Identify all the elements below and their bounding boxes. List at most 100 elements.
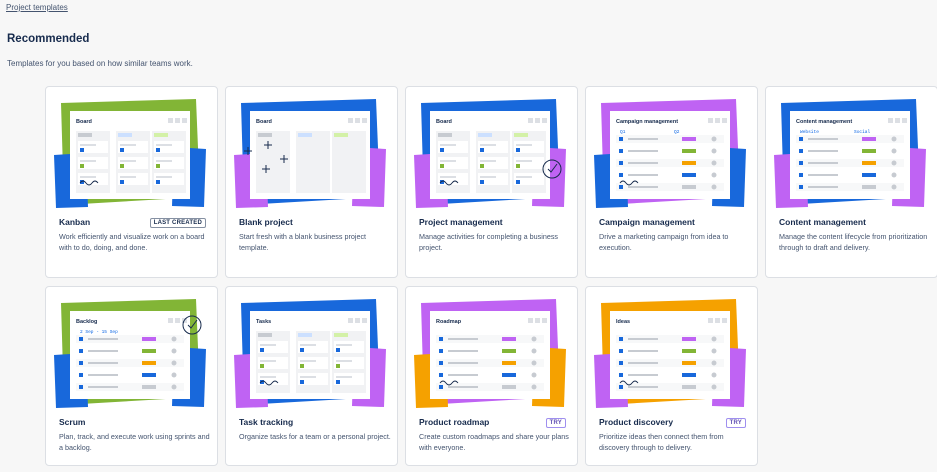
board-label: Roadmap	[436, 319, 462, 325]
row-line	[808, 186, 838, 188]
task-status-icon	[156, 164, 160, 168]
illustration-tag: Q2	[674, 129, 680, 135]
template-card-blank[interactable]: Board Blank project Start fresh with a bla…	[225, 86, 398, 278]
row-line	[88, 350, 118, 352]
task-line	[336, 360, 352, 362]
row-tag	[502, 385, 516, 389]
task-status-icon	[336, 380, 340, 384]
row-tag	[142, 373, 156, 377]
task-line	[336, 344, 352, 346]
task-line	[260, 344, 276, 346]
row-line	[628, 150, 658, 152]
task-status-icon	[300, 380, 304, 384]
template-badge: LAST CREATED	[149, 218, 206, 228]
illustration-tag: 2 Sep - 15 Sep	[80, 329, 118, 335]
column-header-bar	[258, 333, 272, 337]
column-header-bar	[334, 133, 348, 137]
task-status-icon	[480, 164, 484, 168]
row-type-icon	[439, 361, 443, 365]
template-description: Work efficiently and visualize work on a…	[59, 232, 205, 252]
task-status-icon	[440, 164, 444, 168]
row-line	[88, 386, 118, 388]
row-tag	[502, 361, 516, 365]
board-label: Board	[436, 119, 452, 125]
task-status-icon	[516, 148, 520, 152]
board-dot-icon	[348, 318, 353, 323]
board-label: Campaign management	[616, 119, 678, 125]
task-line	[120, 144, 136, 146]
row-line	[628, 362, 658, 364]
task-line	[260, 360, 276, 362]
row-line	[628, 162, 658, 164]
content-illustration: Content management Website Social	[774, 99, 926, 208]
row-type-icon	[79, 373, 83, 377]
board-dot-icon	[715, 318, 720, 323]
row-type-icon	[799, 173, 803, 177]
row-type-icon	[619, 185, 623, 189]
board-dot-icon	[722, 318, 727, 323]
task-status-icon	[156, 180, 160, 184]
task-status-icon	[516, 180, 520, 184]
row-avatar-icon	[711, 148, 717, 154]
template-illustration: Board	[46, 87, 217, 209]
row-type-icon	[619, 161, 623, 165]
row-tag	[682, 173, 696, 177]
task-line	[516, 144, 532, 146]
template-illustration: Roadmap	[406, 287, 577, 409]
board-dot-icon	[888, 118, 893, 123]
template-card-task-tracking[interactable]: Tasks Task tracking Organize tasks for a t…	[225, 286, 398, 466]
template-badge: TRY	[725, 418, 746, 428]
task-status-icon	[300, 364, 304, 368]
row-avatar-icon	[171, 348, 177, 354]
template-title: Content management	[779, 217, 866, 227]
row-avatar-icon	[891, 172, 897, 178]
task-line	[120, 160, 136, 162]
row-avatar-icon	[891, 136, 897, 142]
board-label: Content management	[796, 119, 852, 125]
task-line	[440, 160, 456, 162]
board-column	[256, 131, 290, 193]
scrum-illustration: Backlog 2 Sep - 15 Sep	[54, 299, 206, 408]
template-card-product-discovery[interactable]: Ideas Product discovery TRY Prioritize idea…	[585, 286, 758, 466]
board-dot-icon	[722, 118, 727, 123]
template-illustration: Campaign management Q1 Q2	[586, 87, 757, 209]
column-header-bar	[298, 133, 312, 137]
row-tag	[682, 185, 696, 189]
template-description: Organize tasks for a team or a personal …	[239, 432, 391, 441]
board-dot-icon	[355, 118, 360, 123]
row-tag	[502, 337, 516, 341]
template-title: Task tracking	[239, 417, 294, 427]
row-tag	[862, 185, 876, 189]
row-avatar-icon	[531, 384, 537, 390]
breadcrumb-project-templates[interactable]: Project templates	[6, 3, 68, 12]
template-title: Campaign management	[599, 217, 695, 227]
template-description: Plan, track, and execute work using spri…	[59, 432, 210, 452]
board-dot-icon	[708, 118, 713, 123]
template-card-kanban[interactable]: Board Kanban LAST CREATED Work efficiently …	[45, 86, 218, 278]
task-line	[300, 376, 316, 378]
project-management-illustration: Board	[414, 99, 566, 208]
board-dot-icon	[542, 118, 547, 123]
row-line	[628, 350, 658, 352]
task-status-icon	[260, 348, 264, 352]
column-header-bar	[78, 133, 92, 137]
template-card-campaign[interactable]: Campaign management Q1 Q2 Campaign manageme…	[585, 86, 758, 278]
task-status-icon	[336, 364, 340, 368]
task-line	[300, 344, 316, 346]
template-card-scrum[interactable]: Backlog 2 Sep - 15 Sep Scrum Plan, track, a…	[45, 286, 218, 466]
row-tag	[682, 361, 696, 365]
template-card-product-roadmap[interactable]: Roadmap Product roadmap TRY Create custom r…	[405, 286, 578, 466]
template-card-project-management[interactable]: Board Project management Manage activities…	[405, 86, 578, 278]
row-line	[628, 386, 658, 388]
board-dot-icon	[528, 118, 533, 123]
board-dot-icon	[348, 118, 353, 123]
template-card-content[interactable]: Content management Website Social Content m…	[765, 86, 937, 278]
task-line	[156, 176, 172, 178]
task-line	[480, 176, 496, 178]
board-dot-icon	[708, 318, 713, 323]
task-line	[80, 160, 96, 162]
row-avatar-icon	[171, 372, 177, 378]
row-line	[448, 338, 478, 340]
row-avatar-icon	[531, 372, 537, 378]
row-type-icon	[619, 173, 623, 177]
